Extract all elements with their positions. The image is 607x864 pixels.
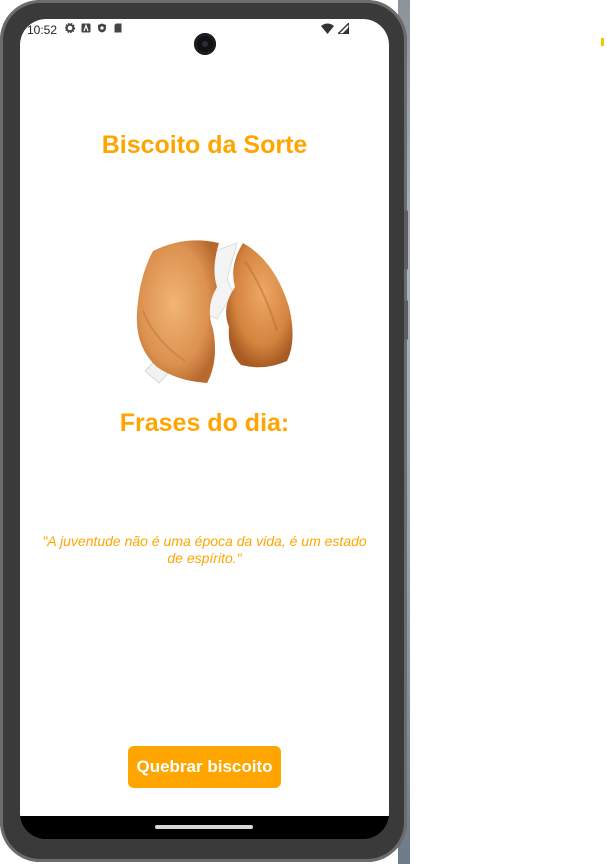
phrases-heading: Frases do dia: bbox=[119, 409, 290, 437]
phone-frame: 10:52 Biscoito da Sorte Frases do dia: "… bbox=[0, 0, 408, 862]
status-right-icons bbox=[321, 23, 349, 34]
shield-icon bbox=[98, 23, 106, 33]
a-icon bbox=[81, 23, 91, 33]
gear-icon bbox=[65, 23, 75, 33]
navigation-bar bbox=[20, 816, 389, 839]
fortune-phrase: "A juventude não é uma época da vida, é … bbox=[42, 533, 367, 566]
sd-card-icon bbox=[114, 23, 122, 33]
app-title: Biscoito da Sorte bbox=[101, 131, 308, 159]
power-button bbox=[404, 300, 408, 340]
signal-icon bbox=[338, 23, 349, 34]
volume-button bbox=[404, 210, 408, 270]
wifi-icon bbox=[321, 23, 334, 34]
break-cookie-button[interactable]: Quebrar biscoito bbox=[128, 746, 281, 788]
front-camera bbox=[194, 33, 216, 55]
desktop-marker bbox=[601, 38, 604, 46]
status-time: 10:52 bbox=[27, 23, 58, 37]
fortune-cookie-image bbox=[136, 240, 293, 384]
home-gesture-handle[interactable] bbox=[155, 825, 253, 829]
app-screen: 10:52 Biscoito da Sorte Frases do dia: "… bbox=[20, 19, 389, 816]
phone-screen: 10:52 Biscoito da Sorte Frases do dia: "… bbox=[20, 19, 389, 839]
status-left-icons bbox=[65, 23, 123, 33]
